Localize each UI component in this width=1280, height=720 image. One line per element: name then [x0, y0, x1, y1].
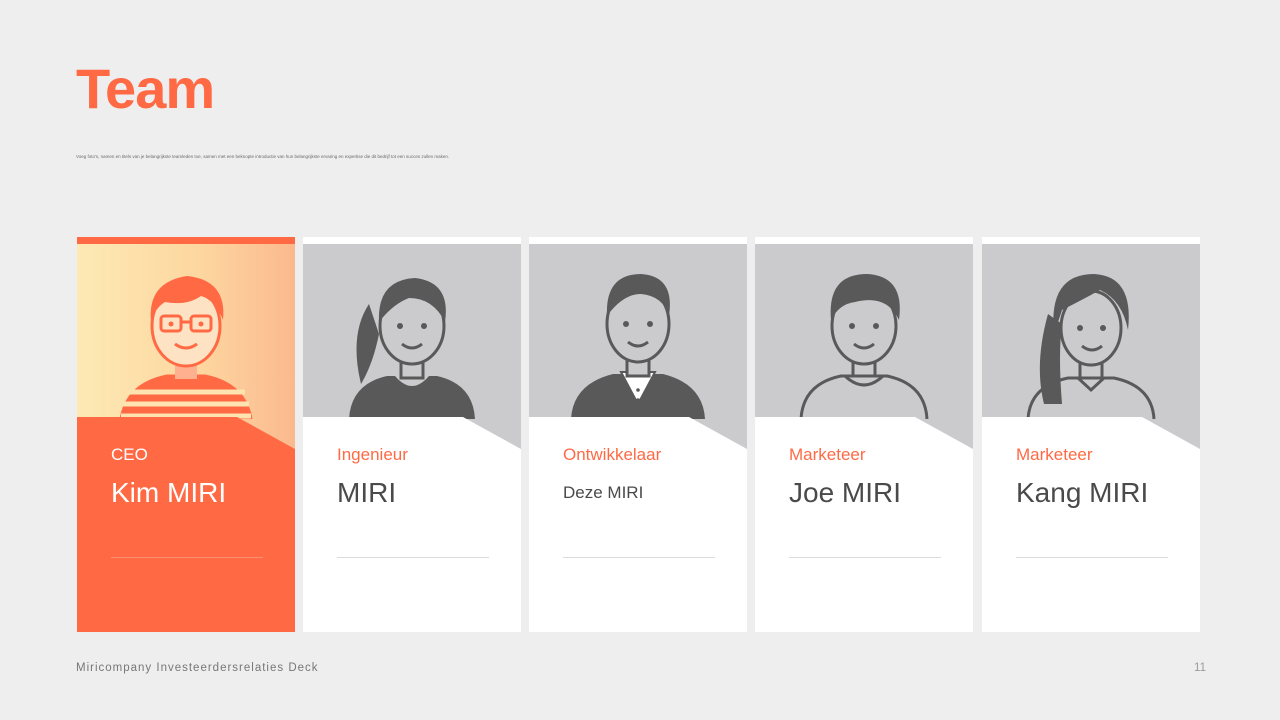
card-divider	[563, 557, 715, 558]
card-divider	[789, 557, 941, 558]
page-title: Team	[76, 57, 215, 120]
member-role: Marketeer	[1016, 445, 1093, 464]
footer-deck-name: Miricompany Investeerdersrelaties Deck	[76, 662, 319, 674]
card-divider	[1016, 557, 1168, 558]
team-card-marketeer-joe[interactable]: Marketeer Joe MIRI	[755, 237, 973, 632]
card-accent-bar	[755, 237, 973, 244]
member-role: Marketeer	[789, 445, 866, 464]
card-divider	[111, 557, 263, 558]
card-info-panel	[303, 417, 521, 632]
card-info-panel	[77, 417, 295, 632]
member-role: CEO	[111, 445, 148, 464]
card-accent-bar	[529, 237, 747, 244]
member-name: Joe MIRI	[789, 477, 902, 508]
page-number: 11	[1194, 662, 1206, 674]
team-card-ceo[interactable]: CEO Kim MIRI	[77, 237, 295, 632]
team-card-marketeer-kang[interactable]: Marketeer Kang MIRI	[982, 237, 1200, 632]
member-role: Ontwikkelaar	[563, 445, 662, 464]
member-name: Kim MIRI	[111, 477, 227, 508]
card-divider	[337, 557, 489, 558]
team-card-ontwikkelaar[interactable]: Ontwikkelaar Deze MIRI	[529, 237, 747, 632]
member-name: Deze MIRI	[563, 483, 644, 502]
page-subtitle: Voeg foto's, namen en titels van je bela…	[76, 154, 450, 159]
card-accent-bar	[77, 237, 295, 244]
member-name: MIRI	[337, 477, 397, 508]
member-role: Ingenieur	[337, 445, 408, 464]
card-accent-bar	[303, 237, 521, 244]
member-name: Kang MIRI	[1016, 477, 1149, 508]
team-card-ingenieur[interactable]: Ingenieur MIRI	[303, 237, 521, 632]
card-accent-bar	[982, 237, 1200, 244]
